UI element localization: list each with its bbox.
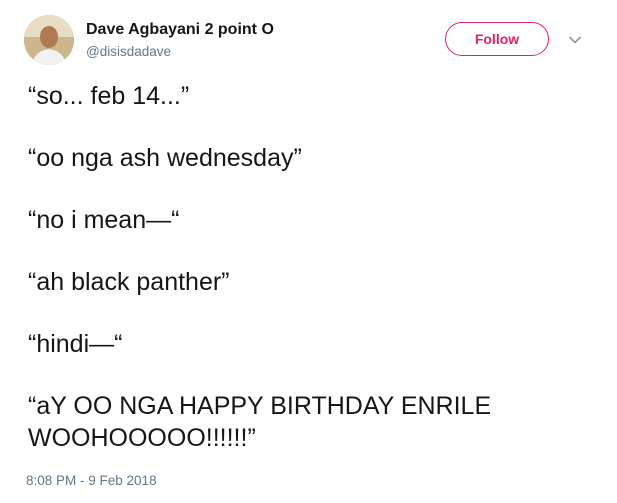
tweet-line: “so... feb 14...” [28, 82, 190, 110]
tweet-text: “so... feb 14...” “oo nga ash wednesday”… [28, 80, 598, 454]
tweet-card: Dave Agbayani 2 point O @disisdadave Fol… [0, 0, 617, 503]
tweet-line: “ah black panther” [28, 268, 230, 296]
follow-button[interactable]: Follow [445, 22, 549, 56]
avatar[interactable] [24, 15, 74, 65]
author-handle[interactable]: @disisdadave [86, 44, 171, 59]
tweet-line: “hindi—“ [28, 330, 123, 358]
tweet-line: “oo nga ash wednesday” [28, 144, 302, 172]
chevron-down-icon[interactable] [567, 32, 583, 48]
avatar-image [24, 15, 74, 65]
tweet-line: “aY OO NGA HAPPY BIRTHDAY ENRILE WOOHOOO… [28, 392, 499, 452]
author-display-name[interactable]: Dave Agbayani 2 point O [86, 21, 274, 39]
tweet-line: “no i mean—“ [28, 206, 180, 234]
tweet-timestamp[interactable]: 8:08 PM - 9 Feb 2018 [26, 473, 157, 488]
